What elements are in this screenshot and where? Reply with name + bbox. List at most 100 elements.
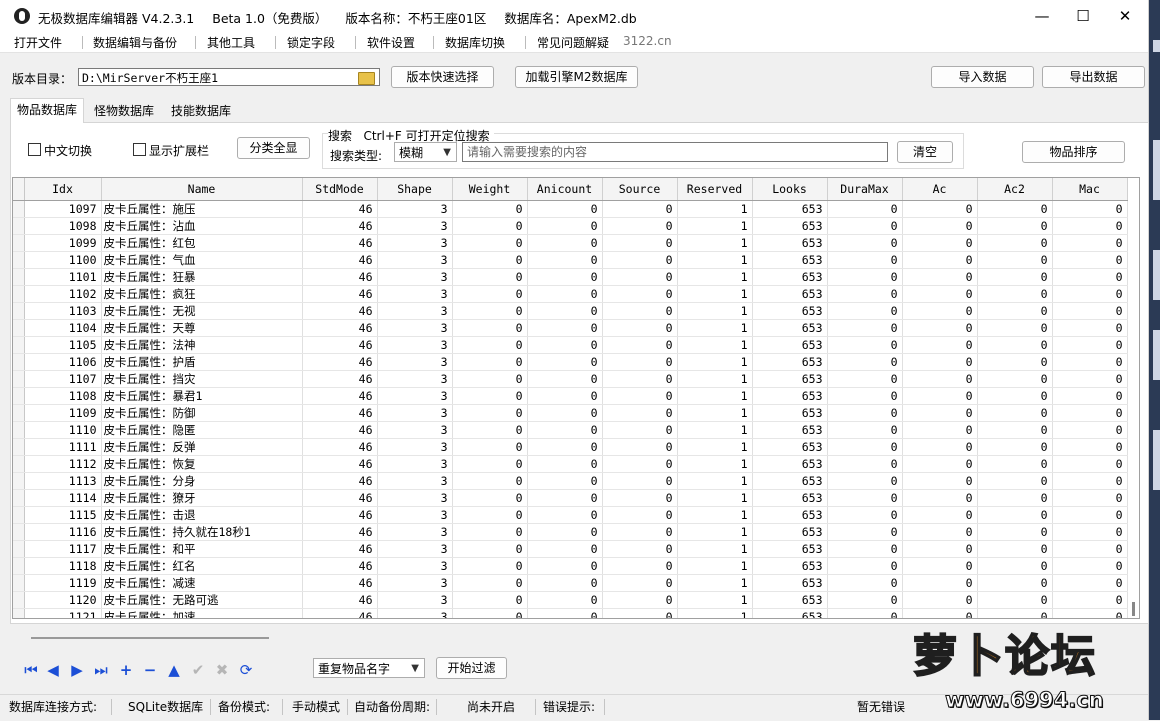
table-cell[interactable]: 1116 — [24, 523, 102, 541]
name-cell[interactable]: 皮卡丘属性：无路可逃 — [101, 591, 303, 609]
table-cell[interactable]: 46 — [302, 540, 378, 558]
table-cell[interactable]: 0 — [977, 353, 1053, 371]
table-cell[interactable]: 1 — [677, 591, 753, 609]
table-cell[interactable]: 3 — [377, 404, 453, 422]
table-row[interactable]: 1103 皮卡丘属性：无视 46 3 0 0 0 1 653 0 0 0 0 — [13, 302, 1128, 320]
row-header[interactable] — [13, 302, 25, 320]
table-cell[interactable]: 1106 — [24, 353, 102, 371]
table-cell[interactable]: 0 — [977, 574, 1053, 592]
row-header[interactable] — [13, 591, 25, 609]
tab-skills[interactable]: 技能数据库 — [165, 100, 237, 122]
column-header[interactable]: Mac — [1052, 178, 1128, 201]
name-cell[interactable]: 皮卡丘属性：施压 — [101, 200, 303, 218]
name-cell[interactable]: 皮卡丘属性：獠牙 — [101, 489, 303, 507]
table-cell[interactable]: 653 — [752, 557, 828, 575]
table-cell[interactable]: 0 — [602, 591, 678, 609]
table-cell[interactable]: 0 — [1052, 200, 1128, 218]
table-cell[interactable]: 1 — [677, 489, 753, 507]
column-header[interactable]: Idx — [24, 178, 102, 201]
table-cell[interactable]: 0 — [902, 200, 978, 218]
table-cell[interactable]: 0 — [1052, 234, 1128, 252]
name-cell[interactable]: 皮卡丘属性：分身 — [101, 472, 303, 490]
horizontal-scrollbar-thumb[interactable] — [31, 637, 269, 639]
load-engine-db-button[interactable]: 加载引擎M2数据库 — [515, 66, 638, 88]
table-cell[interactable]: 0 — [902, 217, 978, 235]
table-cell[interactable]: 3 — [377, 353, 453, 371]
maximize-button[interactable]: ☐ — [1060, 0, 1106, 32]
clear-button[interactable]: 清空 — [897, 141, 953, 163]
column-header[interactable]: Anicount — [527, 178, 603, 201]
table-cell[interactable]: 0 — [602, 540, 678, 558]
table-cell[interactable]: 653 — [752, 574, 828, 592]
table-cell[interactable]: 0 — [827, 557, 903, 575]
table-cell[interactable]: 46 — [302, 234, 378, 252]
table-cell[interactable]: 0 — [902, 319, 978, 337]
vertical-scrollbar-thumb[interactable] — [1132, 602, 1135, 616]
row-header[interactable] — [13, 370, 25, 388]
table-cell[interactable]: 0 — [902, 489, 978, 507]
table-cell[interactable]: 653 — [752, 387, 828, 405]
menu-lock-fields[interactable]: 锁定字段 — [287, 34, 335, 51]
table-cell[interactable]: 0 — [1052, 455, 1128, 473]
table-cell[interactable]: 0 — [527, 608, 603, 618]
table-cell[interactable]: 1 — [677, 319, 753, 337]
site-link[interactable]: 3122.cn — [623, 34, 672, 48]
table-cell[interactable]: 0 — [452, 285, 528, 303]
table-cell[interactable]: 653 — [752, 455, 828, 473]
table-cell[interactable]: 653 — [752, 608, 828, 618]
tab-items[interactable]: 物品数据库 — [10, 98, 85, 123]
table-cell[interactable]: 0 — [902, 421, 978, 439]
table-cell[interactable]: 1102 — [24, 285, 102, 303]
table-cell[interactable]: 0 — [902, 268, 978, 286]
table-cell[interactable]: 0 — [602, 285, 678, 303]
table-row[interactable]: 1106 皮卡丘属性：护盾 46 3 0 0 0 1 653 0 0 0 0 — [13, 353, 1128, 371]
table-cell[interactable]: 0 — [452, 319, 528, 337]
table-cell[interactable]: 0 — [827, 591, 903, 609]
table-cell[interactable]: 1 — [677, 421, 753, 439]
table-cell[interactable]: 653 — [752, 404, 828, 422]
table-cell[interactable]: 0 — [452, 387, 528, 405]
table-cell[interactable]: 0 — [602, 455, 678, 473]
table-cell[interactable]: 3 — [377, 217, 453, 235]
row-header[interactable] — [13, 472, 25, 490]
table-cell[interactable]: 0 — [902, 574, 978, 592]
table-cell[interactable]: 0 — [527, 591, 603, 609]
table-cell[interactable]: 1 — [677, 608, 753, 618]
table-cell[interactable]: 0 — [827, 302, 903, 320]
table-cell[interactable]: 1097 — [24, 200, 102, 218]
table-cell[interactable]: 0 — [902, 353, 978, 371]
table-cell[interactable]: 0 — [452, 268, 528, 286]
table-cell[interactable]: 46 — [302, 200, 378, 218]
table-cell[interactable]: 0 — [1052, 404, 1128, 422]
table-row[interactable]: 1104 皮卡丘属性：天尊 46 3 0 0 0 1 653 0 0 0 0 — [13, 319, 1128, 337]
table-cell[interactable]: 0 — [1052, 489, 1128, 507]
table-cell[interactable]: 46 — [302, 523, 378, 541]
table-cell[interactable]: 0 — [902, 370, 978, 388]
name-cell[interactable]: 皮卡丘属性：恢复 — [101, 455, 303, 473]
table-row[interactable]: 1097 皮卡丘属性：施压 46 3 0 0 0 1 653 0 0 0 0 — [13, 200, 1128, 218]
table-cell[interactable]: 0 — [977, 591, 1053, 609]
table-cell[interactable]: 0 — [452, 302, 528, 320]
table-cell[interactable]: 0 — [977, 268, 1053, 286]
row-header[interactable] — [13, 489, 25, 507]
table-cell[interactable]: 0 — [452, 557, 528, 575]
prev-record-icon[interactable]: ◀ — [44, 660, 62, 680]
table-cell[interactable]: 1120 — [24, 591, 102, 609]
name-cell[interactable]: 皮卡丘属性：红名 — [101, 557, 303, 575]
table-cell[interactable]: 1 — [677, 217, 753, 235]
table-row[interactable]: 1101 皮卡丘属性：狂暴 46 3 0 0 0 1 653 0 0 0 0 — [13, 268, 1128, 286]
menu-other-tools[interactable]: 其他工具 — [207, 34, 255, 51]
row-header[interactable] — [13, 234, 25, 252]
table-cell[interactable]: 1101 — [24, 268, 102, 286]
table-cell[interactable]: 1105 — [24, 336, 102, 354]
menu-db-switch[interactable]: 数据库切换 — [445, 34, 505, 51]
table-cell[interactable]: 0 — [527, 404, 603, 422]
row-header[interactable] — [13, 540, 25, 558]
table-cell[interactable]: 0 — [527, 489, 603, 507]
table-cell[interactable]: 0 — [452, 455, 528, 473]
table-cell[interactable]: 0 — [1052, 591, 1128, 609]
next-record-icon[interactable]: ▶ — [68, 660, 86, 680]
table-cell[interactable]: 0 — [827, 438, 903, 456]
table-cell[interactable]: 1113 — [24, 472, 102, 490]
table-cell[interactable]: 0 — [602, 438, 678, 456]
